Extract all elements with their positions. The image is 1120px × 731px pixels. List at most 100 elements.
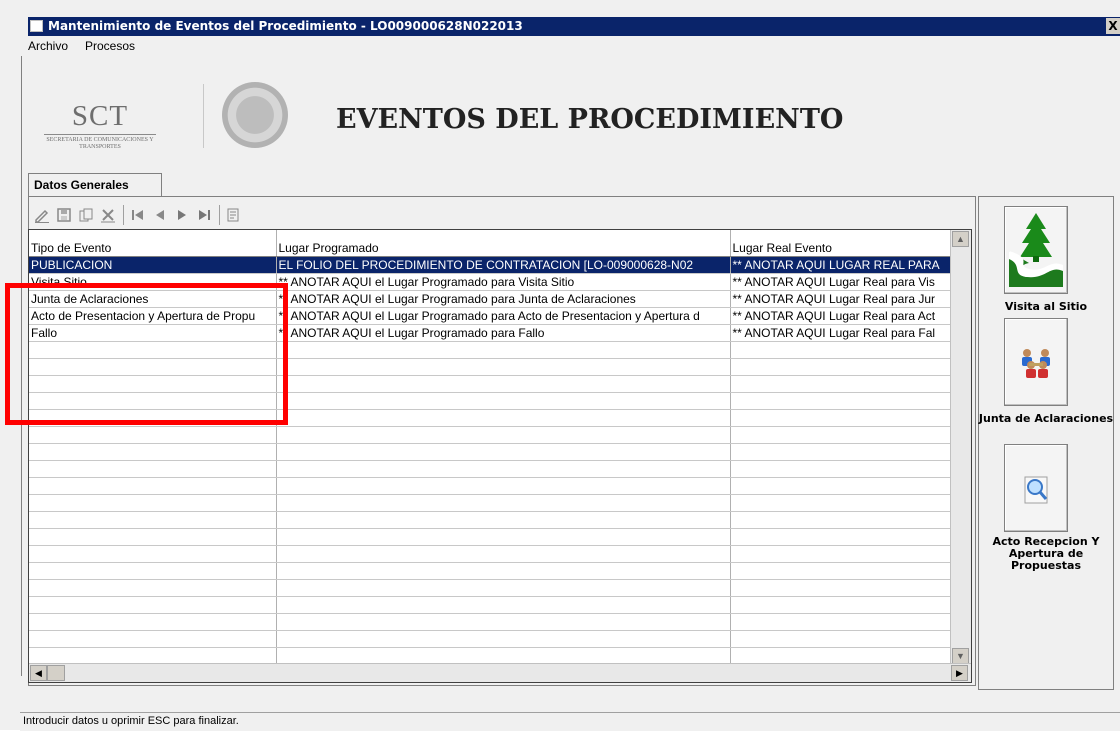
cell-lugar-programado[interactable]: EL FOLIO DEL PROCEDIMIENTO DE CONTRATACI… xyxy=(276,256,731,274)
empty-cell[interactable] xyxy=(730,528,951,546)
empty-cell[interactable] xyxy=(276,562,731,580)
empty-cell[interactable] xyxy=(29,528,277,546)
empty-cell[interactable] xyxy=(730,443,951,461)
column-header-tipo-evento[interactable]: Tipo de Evento xyxy=(29,230,277,257)
empty-cell[interactable] xyxy=(730,341,951,359)
table-row[interactable] xyxy=(29,647,951,665)
empty-cell[interactable] xyxy=(276,392,731,410)
empty-cell[interactable] xyxy=(29,545,277,563)
empty-cell[interactable] xyxy=(29,443,277,461)
empty-cell[interactable] xyxy=(276,613,731,631)
empty-cell[interactable] xyxy=(276,477,731,495)
empty-cell[interactable] xyxy=(730,562,951,580)
vertical-scrollbar[interactable]: ▲ ▼ xyxy=(950,230,971,666)
cell-lugar-programado[interactable]: ** ANOTAR AQUI el Lugar Programado para … xyxy=(276,273,731,291)
empty-cell[interactable] xyxy=(730,460,951,478)
horizontal-scrollbar[interactable]: ◀ ▶ xyxy=(29,663,971,682)
first-record-icon[interactable] xyxy=(130,207,146,223)
cell-lugar-programado[interactable]: ** ANOTAR AQUI el Lugar Programado para … xyxy=(276,290,731,308)
empty-cell[interactable] xyxy=(730,613,951,631)
table-row[interactable] xyxy=(29,630,951,648)
column-header-lugar-real[interactable]: Lugar Real Evento xyxy=(730,230,951,257)
table-row[interactable] xyxy=(29,511,951,529)
cell-lugar-programado[interactable]: ** ANOTAR AQUI el Lugar Programado para … xyxy=(276,307,731,325)
table-row[interactable] xyxy=(29,477,951,495)
cell-tipo-evento[interactable]: PUBLICACION xyxy=(29,256,277,274)
menu-item-procesos[interactable]: Procesos xyxy=(85,39,135,53)
empty-cell[interactable] xyxy=(29,511,277,529)
empty-cell[interactable] xyxy=(276,596,731,614)
empty-cell[interactable] xyxy=(730,545,951,563)
empty-cell[interactable] xyxy=(29,460,277,478)
empty-cell[interactable] xyxy=(276,579,731,597)
empty-cell[interactable] xyxy=(730,477,951,495)
empty-cell[interactable] xyxy=(276,426,731,444)
empty-cell[interactable] xyxy=(276,630,731,648)
empty-cell[interactable] xyxy=(29,426,277,444)
scroll-up-icon[interactable]: ▲ xyxy=(952,231,969,247)
empty-cell[interactable] xyxy=(730,375,951,393)
table-row[interactable] xyxy=(29,545,951,563)
report-icon[interactable] xyxy=(225,207,241,223)
empty-cell[interactable] xyxy=(29,579,277,597)
scroll-down-icon[interactable]: ▼ xyxy=(952,648,969,664)
empty-cell[interactable] xyxy=(276,647,731,665)
title-bar[interactable]: Mantenimiento de Eventos del Procedimien… xyxy=(28,17,1120,36)
tab-datos-generales[interactable]: Datos Generales xyxy=(28,173,162,197)
column-header-lugar-programado[interactable]: Lugar Programado xyxy=(276,230,731,257)
empty-cell[interactable] xyxy=(276,528,731,546)
cell-lugar-real[interactable]: ** ANOTAR AQUI Lugar Real para Vis xyxy=(730,273,951,291)
cell-lugar-real[interactable]: ** ANOTAR AQUI Lugar Real para Jur xyxy=(730,290,951,308)
empty-cell[interactable] xyxy=(730,409,951,427)
close-button[interactable]: X xyxy=(1106,18,1120,34)
prev-record-icon[interactable] xyxy=(152,207,168,223)
empty-cell[interactable] xyxy=(276,494,731,512)
last-record-icon[interactable] xyxy=(196,207,212,223)
empty-cell[interactable] xyxy=(276,341,731,359)
delete-icon[interactable] xyxy=(100,207,116,223)
empty-cell[interactable] xyxy=(29,477,277,495)
empty-cell[interactable] xyxy=(730,579,951,597)
table-row[interactable]: PUBLICACION EL FOLIO DEL PROCEDIMIENTO D… xyxy=(29,256,951,274)
next-record-icon[interactable] xyxy=(174,207,190,223)
empty-cell[interactable] xyxy=(276,545,731,563)
copy-icon[interactable] xyxy=(78,207,94,223)
empty-cell[interactable] xyxy=(730,494,951,512)
empty-cell[interactable] xyxy=(29,630,277,648)
empty-cell[interactable] xyxy=(276,460,731,478)
table-row[interactable] xyxy=(29,596,951,614)
save-icon[interactable] xyxy=(56,207,72,223)
acto-recepcion-button[interactable] xyxy=(1004,444,1068,532)
table-row[interactable] xyxy=(29,562,951,580)
cell-lugar-programado[interactable]: ** ANOTAR AQUI el Lugar Programado para … xyxy=(276,324,731,342)
empty-cell[interactable] xyxy=(29,596,277,614)
scroll-right-icon[interactable]: ▶ xyxy=(951,665,968,681)
junta-aclaraciones-button[interactable] xyxy=(1004,318,1068,406)
table-row[interactable] xyxy=(29,528,951,546)
empty-cell[interactable] xyxy=(730,426,951,444)
empty-cell[interactable] xyxy=(730,647,951,665)
horizontal-scroll-thumb[interactable] xyxy=(47,665,65,681)
empty-cell[interactable] xyxy=(276,409,731,427)
empty-cell[interactable] xyxy=(276,375,731,393)
empty-cell[interactable] xyxy=(730,630,951,648)
table-row[interactable] xyxy=(29,613,951,631)
empty-cell[interactable] xyxy=(276,511,731,529)
empty-cell[interactable] xyxy=(29,494,277,512)
scroll-left-icon[interactable]: ◀ xyxy=(30,665,47,681)
empty-cell[interactable] xyxy=(276,443,731,461)
empty-cell[interactable] xyxy=(730,392,951,410)
table-row[interactable] xyxy=(29,494,951,512)
table-row[interactable] xyxy=(29,426,951,444)
table-row[interactable] xyxy=(29,579,951,597)
menu-item-archivo[interactable]: Archivo xyxy=(28,39,68,53)
empty-cell[interactable] xyxy=(730,358,951,376)
table-row[interactable] xyxy=(29,443,951,461)
empty-cell[interactable] xyxy=(730,511,951,529)
empty-cell[interactable] xyxy=(29,562,277,580)
empty-cell[interactable] xyxy=(29,613,277,631)
table-row[interactable] xyxy=(29,460,951,478)
cell-lugar-real[interactable]: ** ANOTAR AQUI LUGAR REAL PARA xyxy=(730,256,951,274)
empty-cell[interactable] xyxy=(276,358,731,376)
edit-icon[interactable] xyxy=(34,207,50,223)
